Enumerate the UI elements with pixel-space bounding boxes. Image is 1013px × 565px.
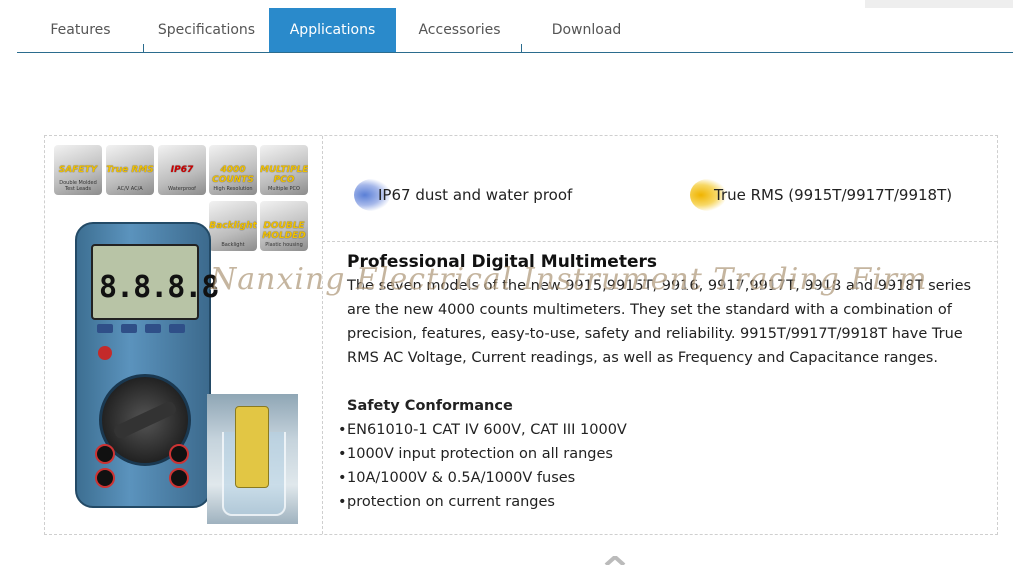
tab-download[interactable]: Download [523,8,650,52]
chevron-up-icon[interactable] [604,556,626,565]
true-rms-icon: True RMS AC/V AC/A [106,145,154,195]
feature-badge-ip67: IP67 dust and water proof [354,179,572,211]
feature-badge-label: IP67 dust and water proof [378,186,573,204]
tab-features[interactable]: Features [17,8,144,52]
tab-applications[interactable]: Applications [269,8,396,52]
top-right-bar [865,0,1013,8]
safety-icon: SAFETY Double Molded Test Leads [54,145,102,195]
tab-divider [521,44,522,52]
watermark: Nanxing Electrical Instrument Trading Fi… [210,262,928,297]
backlight-icon: Backlight Backlight [209,201,257,251]
feature-badge-label: True RMS (9915T/9917T/9918T) [714,186,953,204]
multiple-pco-icon: MULTIPLE PCO Multiple PCO [260,145,308,195]
list-item: • 1000V input protection on all ranges [338,446,613,462]
meter-display: 8.8.8.8 [91,244,219,320]
safety-list: • EN61010-1 CAT IV 600V, CAT III 1000V • 1… [338,418,987,514]
tab-accessories[interactable]: Accessories [396,8,523,52]
feature-badge-true-rms: True RMS (9915T/9917T/9918T) [690,179,952,211]
list-item: • 10A/1000V & 0.5A/1000V fuses [338,470,576,486]
multimeter-image: 8.8.8.8 [75,222,219,508]
power-button-icon [98,346,112,360]
feature-badges-row: IP67 dust and water proof True RMS (9915… [322,136,997,242]
double-molded-icon: DOUBLE MOLDED Plastic housing [260,201,308,251]
tab-bar: Features Specifications Applications Acc… [17,8,1013,53]
waterproof-photo [207,394,298,524]
list-item: • protection on current ranges [338,494,555,510]
tab-specifications[interactable]: Specifications [144,8,269,52]
list-item: • EN61010-1 CAT IV 600V, CAT III 1000V [338,422,627,438]
ip67-icon: IP67 Waterproof [158,145,206,195]
4000-counts-icon: 4000 COUNTS High Resolution [209,145,257,195]
safety-heading: Safety Conformance [347,398,513,414]
